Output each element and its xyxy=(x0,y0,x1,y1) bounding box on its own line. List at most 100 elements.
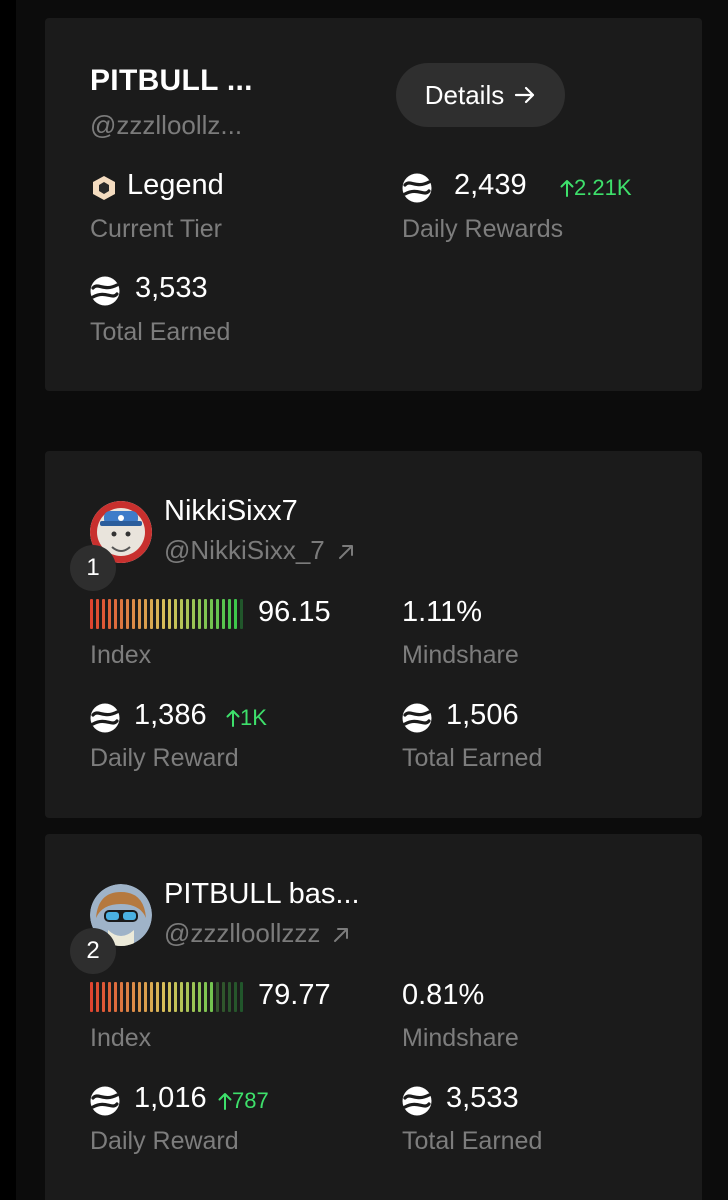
index-meter-segment xyxy=(186,982,189,1012)
index-meter-segment xyxy=(114,982,117,1012)
mindshare-label: Mindshare xyxy=(402,641,519,669)
total-earned-value: 1,506 xyxy=(446,699,519,731)
index-meter-segment xyxy=(108,982,111,1012)
coin-icon xyxy=(402,1086,432,1116)
daily-reward-change-text: 787 xyxy=(232,1088,269,1113)
index-meter-segment xyxy=(126,599,129,629)
index-meter-segment xyxy=(150,982,153,1012)
index-meter-segment xyxy=(144,982,147,1012)
coin-icon xyxy=(402,173,432,203)
index-meter-segment xyxy=(174,599,177,629)
leaderboard-row[interactable]: 1 NikkiSixx7 @NikkiSixx_7 96.15 Index 1.… xyxy=(45,451,702,818)
daily-reward-value: 1,016 xyxy=(134,1082,207,1114)
index-meter-segment xyxy=(102,599,105,629)
index-meter xyxy=(90,979,243,1015)
daily-reward-change: 1K xyxy=(226,705,267,731)
tier-label: Current Tier xyxy=(90,215,222,243)
total-earned-value: 3,533 xyxy=(446,1082,519,1114)
summary-name: PITBULL ... xyxy=(90,64,253,97)
daily-reward-change: 787 xyxy=(218,1088,269,1114)
index-meter-segment xyxy=(96,599,99,629)
index-meter-segment xyxy=(198,599,201,629)
index-value: 79.77 xyxy=(258,979,331,1011)
index-meter-segment xyxy=(168,982,171,1012)
rank-badge: 1 xyxy=(70,545,116,591)
index-meter-segment xyxy=(192,982,195,1012)
total-earned-value: 3,533 xyxy=(135,272,208,304)
daily-reward-label: Daily Reward xyxy=(90,1127,239,1155)
daily-reward-change-text: 1K xyxy=(240,705,267,730)
user-handle-link[interactable]: @NikkiSixx_7 xyxy=(164,535,355,566)
index-meter-segment xyxy=(132,599,135,629)
index-meter-segment xyxy=(234,599,237,629)
arrow-right-icon xyxy=(515,86,535,104)
index-meter-segment xyxy=(120,599,123,629)
leaderboard-row[interactable]: 2 PITBULL bas... @zzzlloollzzz 79.77 Ind… xyxy=(45,834,702,1200)
coin-icon xyxy=(90,276,120,306)
index-meter-segment xyxy=(180,982,183,1012)
details-label: Details xyxy=(424,79,505,110)
index-meter-segment xyxy=(186,599,189,629)
index-meter-segment xyxy=(204,982,207,1012)
mindshare-value: 1.11% xyxy=(402,596,483,628)
total-earned-label: Total Earned xyxy=(402,1127,543,1155)
arrow-up-icon xyxy=(226,710,240,727)
index-meter-segment xyxy=(108,599,111,629)
hexagon-icon xyxy=(93,176,115,200)
user-name[interactable]: PITBULL bas... xyxy=(164,878,360,911)
index-meter-segment xyxy=(96,982,99,1012)
index-meter-segment xyxy=(162,982,165,1012)
index-meter-segment xyxy=(156,982,159,1012)
index-meter-segment xyxy=(180,599,183,629)
index-meter-segment xyxy=(102,982,105,1012)
index-meter-segment xyxy=(204,599,207,629)
user-name[interactable]: NikkiSixx7 xyxy=(164,495,298,528)
index-meter-segment xyxy=(114,599,117,629)
index-meter-segment xyxy=(228,982,231,1012)
daily-reward-value: 1,386 xyxy=(134,699,207,731)
user-handle: @zzzlloollzzz xyxy=(164,918,321,948)
arrow-up-icon xyxy=(218,1093,232,1110)
coin-icon xyxy=(402,703,432,733)
mindshare-label: Mindshare xyxy=(402,1024,519,1052)
daily-rewards-value: 2,439 xyxy=(454,169,527,201)
coin-icon xyxy=(90,703,120,733)
coin-icon xyxy=(90,1086,120,1116)
index-meter-segment xyxy=(198,982,201,1012)
details-button[interactable]: Details xyxy=(396,63,565,127)
index-meter-segment xyxy=(144,599,147,629)
page: PITBULL ... @zzzlloollz... Details Legen… xyxy=(0,0,728,1200)
tier-value: Legend xyxy=(127,169,224,201)
mindshare-value: 0.81% xyxy=(402,979,485,1011)
total-earned-label: Total Earned xyxy=(90,318,231,346)
index-meter-segment xyxy=(150,599,153,629)
summary-card: PITBULL ... @zzzlloollz... Details Legen… xyxy=(45,18,702,391)
index-label: Index xyxy=(90,641,152,669)
external-link-icon xyxy=(334,928,349,943)
index-meter-segment xyxy=(90,599,93,629)
rank-badge: 2 xyxy=(70,928,116,974)
index-meter xyxy=(90,596,243,632)
index-meter-segment xyxy=(234,982,237,1012)
index-meter-segment xyxy=(216,599,219,629)
index-meter-segment xyxy=(90,982,93,1012)
index-value: 96.15 xyxy=(258,596,331,628)
user-handle-link[interactable]: @zzzlloollzzz xyxy=(164,918,350,949)
index-label: Index xyxy=(90,1024,152,1052)
index-meter-segment xyxy=(132,982,135,1012)
total-earned-label: Total Earned xyxy=(402,744,543,772)
index-meter-segment xyxy=(210,599,213,629)
index-meter-segment xyxy=(216,982,219,1012)
index-meter-segment xyxy=(168,599,171,629)
daily-rewards-change: 2.21K xyxy=(560,175,632,201)
daily-rewards-label: Daily Rewards xyxy=(402,215,564,243)
index-meter-segment xyxy=(162,599,165,629)
index-meter-segment xyxy=(138,599,141,629)
user-handle: @NikkiSixx_7 xyxy=(164,535,325,565)
daily-rewards-change-text: 2.21K xyxy=(574,175,632,200)
index-meter-segment xyxy=(120,982,123,1012)
summary-handle: @zzzlloollz... xyxy=(90,110,243,140)
arrow-up-icon xyxy=(560,180,574,197)
index-meter-segment xyxy=(240,599,243,629)
daily-reward-label: Daily Reward xyxy=(90,744,239,772)
